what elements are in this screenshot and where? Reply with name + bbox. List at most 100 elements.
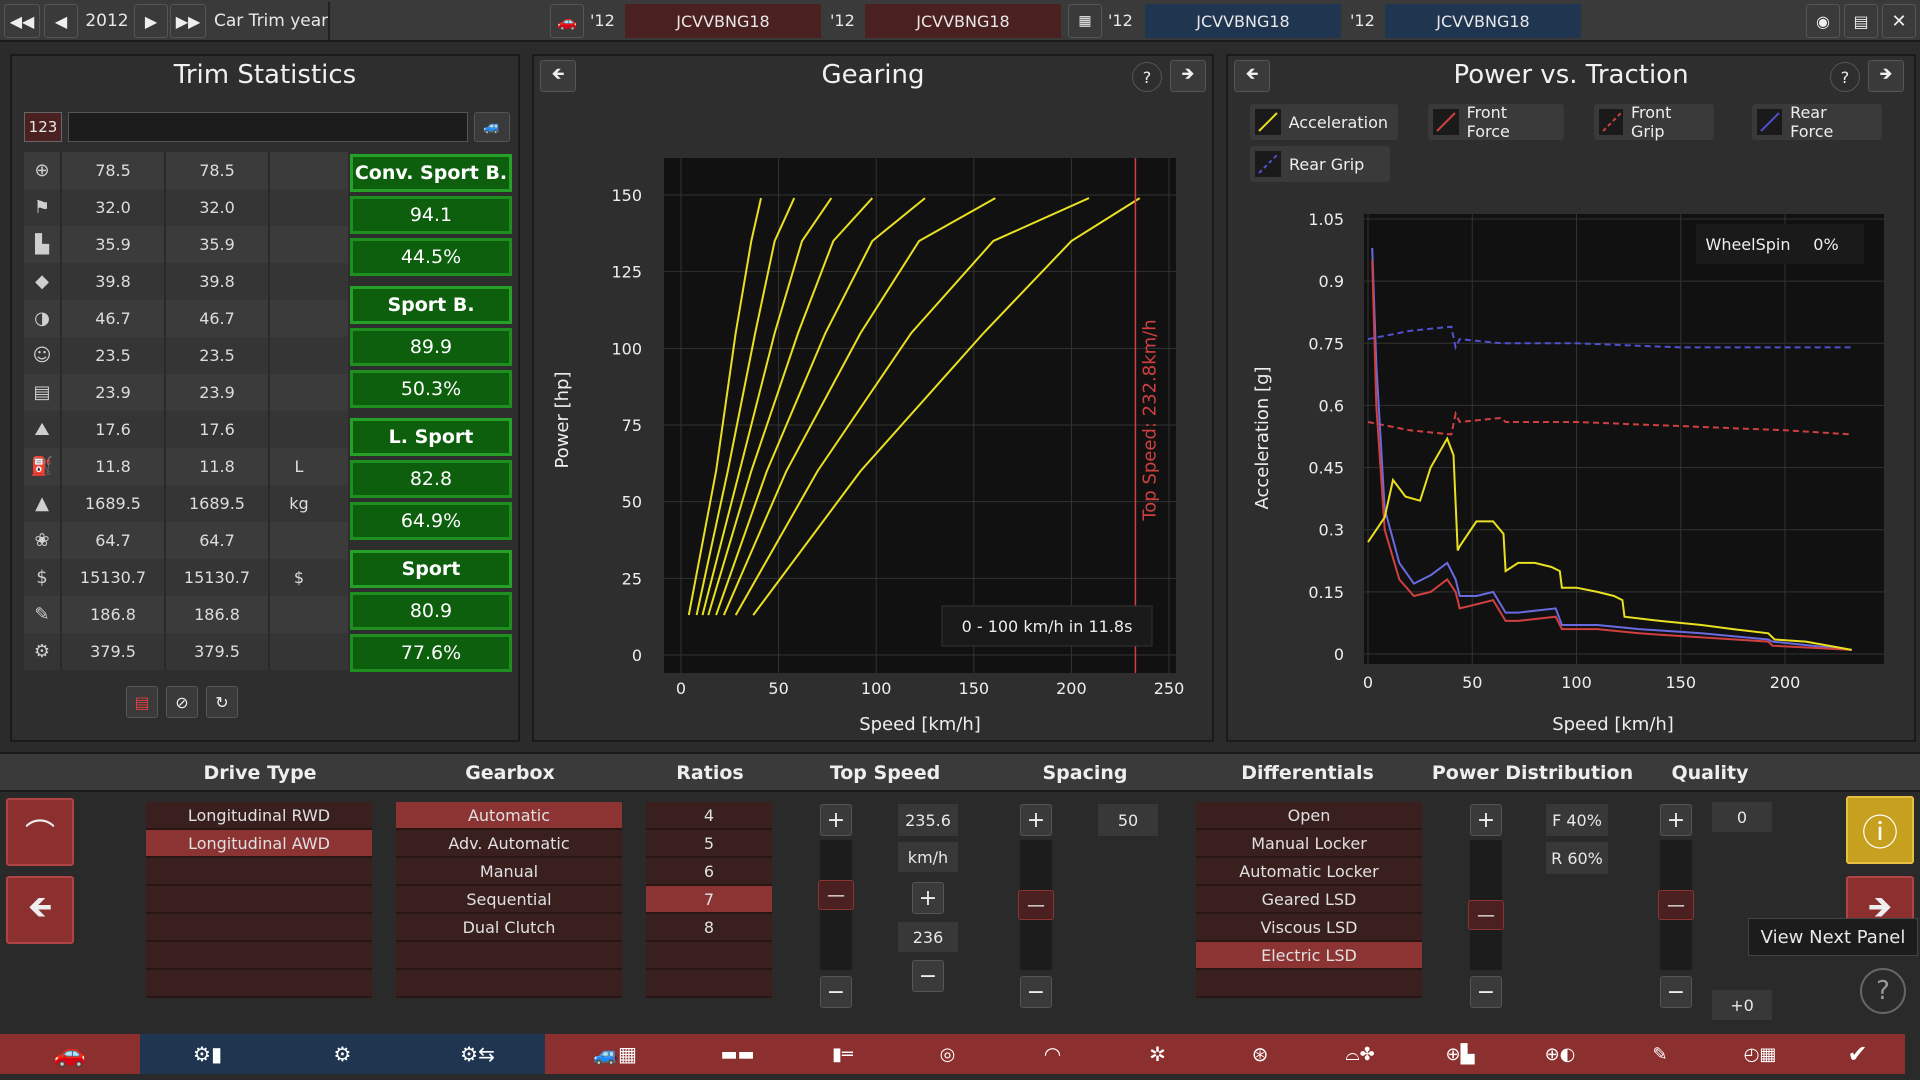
stat-value-current: 11.8 [60,448,164,485]
seat-icon: ▙ [35,234,49,255]
car-folder-icon[interactable]: 🚙 [474,112,510,142]
differential-option[interactable]: Electric LSD [1196,942,1422,970]
curve-toggle-button[interactable]: ⌒ [6,798,74,866]
help-icon[interactable]: ? [1860,968,1906,1014]
trim-name-input[interactable] [68,112,468,142]
last-year-button[interactable]: ▶▶ [170,4,206,38]
ratio-option[interactable]: 7 [646,886,772,914]
tab-fixtures[interactable]: ⊕▙ [1410,1034,1510,1074]
spacing-plus-button[interactable]: + [1020,804,1052,836]
slot-3-code[interactable]: JCVVBNG18 [1145,4,1341,38]
gearbox-option[interactable]: Sequential [396,886,622,914]
legend-acceleration[interactable]: Acceleration [1250,104,1398,140]
gearbox-option[interactable]: Manual [396,858,622,886]
top-speed-slider-thumb[interactable]: — [818,880,854,910]
prev-year-button[interactable]: ◀ [44,4,78,38]
market-group-name[interactable]: Conv. Sport B. [350,154,512,192]
legend-rear-grip[interactable]: Rear Grip [1250,146,1390,182]
slot-2-code[interactable]: JCVVBNG18 [865,4,1061,38]
tab-interior[interactable]: ⊛ [1210,1034,1310,1074]
quality-minus-button[interactable]: − [1660,976,1692,1008]
tab-finish[interactable]: ✔ [1810,1034,1905,1074]
stat-value-compare: 379.5 [164,633,268,670]
market-group: Sport 80.9 77.6% [350,550,512,672]
gearbox-option[interactable]: Dual Clutch [396,914,622,942]
ratio-option[interactable]: 8 [646,914,772,942]
market-group-name[interactable]: Sport [350,550,512,588]
cancel-icon[interactable]: ⊘ [166,686,198,718]
gearing-x-tick: 50 [768,679,788,698]
gearbox-list: Automatic Adv. Automatic Manual Sequential D… [396,802,622,998]
tab-tuning[interactable]: ✎ [1610,1034,1710,1074]
ratio-option[interactable]: 4 [646,802,772,830]
car-compare-icon[interactable]: 🚗 [550,4,584,38]
differential-option[interactable]: Automatic Locker [1196,858,1422,886]
camera-icon[interactable]: ◉ [1806,4,1840,38]
cost-icon: $ [36,567,48,588]
gearbox-option[interactable]: Automatic [396,802,622,830]
tab-suspension[interactable]: ▮═ [790,1034,895,1074]
tab-safety[interactable]: ⊕◐ [1510,1034,1610,1074]
tab-engine-bottom[interactable]: ⚙ [275,1034,410,1074]
tab-testing[interactable]: ◴▦ [1710,1034,1810,1074]
market-group-name[interactable]: L. Sport [350,418,512,456]
tab-tyres[interactable]: ◠ [1000,1034,1105,1074]
drive-type-option [146,886,372,914]
stat-value-compare: 78.5 [164,152,268,189]
previous-panel-button[interactable]: 🡸 [6,876,74,944]
warning-button[interactable]: ⓘ [1846,796,1914,864]
first-year-button[interactable]: ◀◀ [4,4,40,38]
gearing-forward-button[interactable]: 🡺 [1170,60,1206,92]
tab-engine-family[interactable]: ⚙▮ [140,1034,275,1074]
tab-drivetrain[interactable]: 🚙▦ [545,1034,685,1074]
power-dist-slider-thumb[interactable]: — [1468,900,1504,930]
drive-type-option[interactable]: Longitudinal RWD [146,802,372,830]
ratio-option[interactable]: 5 [646,830,772,858]
slot-1-code[interactable]: JCVVBNG18 [625,4,821,38]
traction-forward-button[interactable]: 🡺 [1868,60,1904,92]
slot-4-code[interactable]: JCVVBNG18 [1385,4,1581,38]
differential-option[interactable]: Geared LSD [1196,886,1422,914]
top-speed-target-plus-button[interactable]: + [912,882,944,914]
tab-engine-top[interactable]: ⚙⇆ [410,1034,545,1074]
close-icon[interactable]: ✕ [1882,4,1916,38]
stat-unit [268,337,328,374]
differential-option[interactable]: Viscous LSD [1196,914,1422,942]
report-icon[interactable]: ▤ [126,686,158,718]
drive-type-option[interactable]: Longitudinal AWD [146,830,372,858]
power-dist-minus-button[interactable]: − [1470,976,1502,1008]
differential-option[interactable]: Manual Locker [1196,830,1422,858]
legend-rear-force[interactable]: Rear Force [1752,103,1882,141]
quality-slider-thumb[interactable]: — [1658,890,1694,920]
reset-icon[interactable]: ↻ [206,686,238,718]
top-speed-target-minus-button[interactable]: − [912,960,944,992]
tab-rims[interactable]: ✲ [1105,1034,1210,1074]
ratios-header: Ratios [676,762,744,784]
gearbox-option[interactable]: Adv. Automatic [396,830,622,858]
market-group-name[interactable]: Sport B. [350,286,512,324]
gearing-help-icon[interactable]: ? [1132,62,1162,92]
tab-aero[interactable]: ⌓✤ [1310,1034,1410,1074]
stat-row: ⊕ 78.5 78.5 [24,152,348,189]
traction-help-icon[interactable]: ? [1830,62,1860,92]
stat-value-compare: 1689.5 [164,485,268,522]
spacing-slider-thumb[interactable]: — [1018,890,1054,920]
legend-front-force[interactable]: Front Force [1428,103,1564,141]
tab-chassis[interactable]: ▬▬ [685,1034,790,1074]
tab-brakes[interactable]: ◎ [895,1034,1000,1074]
ratio-option[interactable]: 6 [646,858,772,886]
engine-compare-icon[interactable]: ▦ [1068,4,1102,38]
differential-option[interactable]: Open [1196,802,1422,830]
spacing-minus-button[interactable]: − [1020,976,1052,1008]
power-dist-plus-button[interactable]: + [1470,804,1502,836]
gearing-y-tick: 25 [622,569,642,588]
legend-front-grip[interactable]: Front Grip [1594,103,1714,141]
top-speed-plus-button[interactable]: + [820,804,852,836]
tab-car-body[interactable]: 🚗 [0,1034,140,1074]
stat-row: ✎ 186.8 186.8 [24,596,348,633]
calculator-icon[interactable]: ▤ [1844,4,1878,38]
legend-rear-grip-label: Rear Grip [1289,154,1365,174]
quality-plus-button[interactable]: + [1660,804,1692,836]
top-speed-minus-button[interactable]: − [820,976,852,1008]
next-year-button[interactable]: ▶ [134,4,168,38]
